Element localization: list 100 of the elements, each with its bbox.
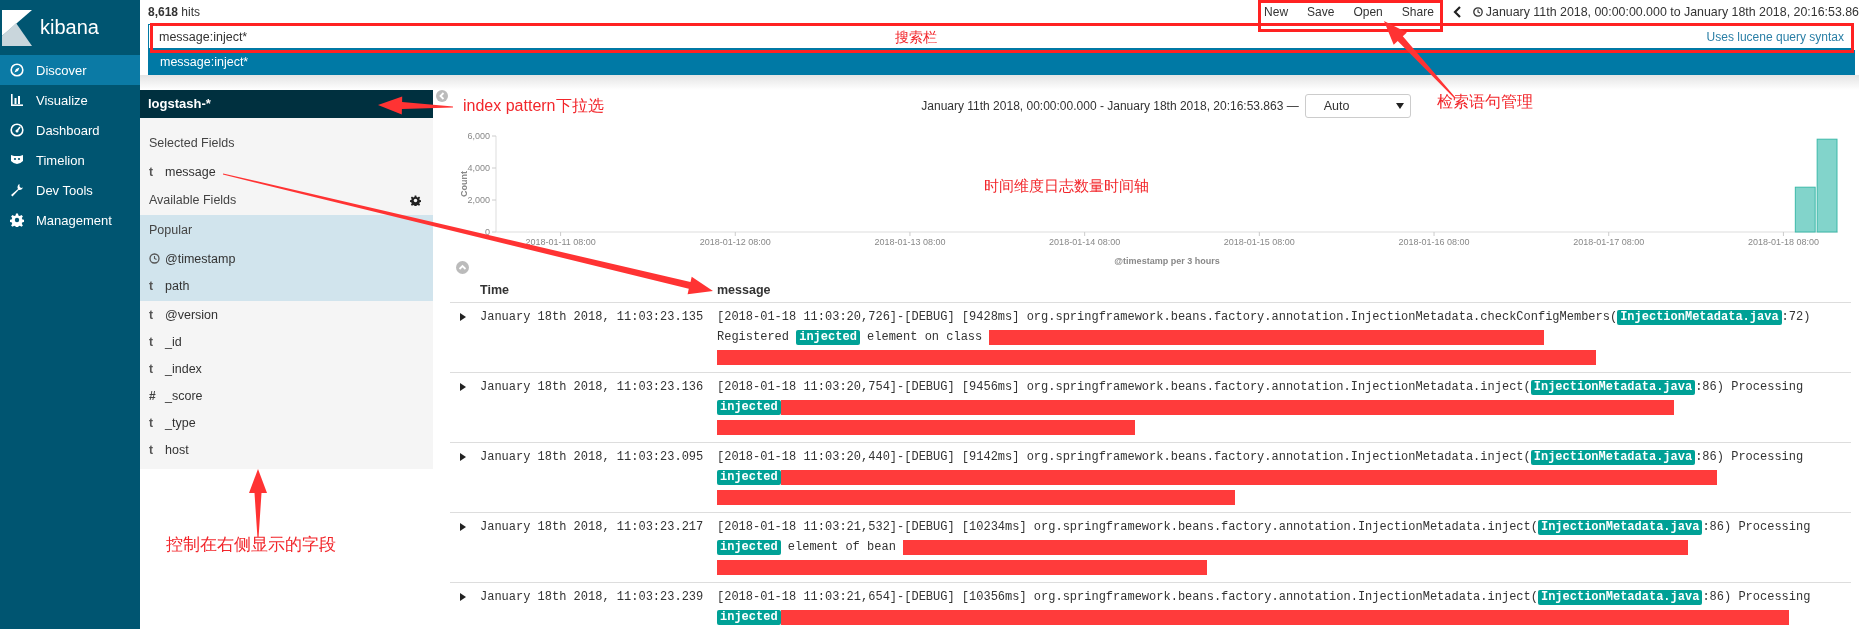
highlighted-match: injected [717, 399, 781, 415]
log-text: :86) Processing [1702, 519, 1811, 536]
field-type-symbol: # [149, 388, 157, 403]
nav-item[interactable]: Visualize [0, 85, 140, 115]
expand-arrow-icon [460, 313, 466, 321]
logo-icon [2, 9, 32, 46]
time-cell-text: January 18th 2018, 11:03:23.217 [479, 519, 705, 536]
field-type-symbol: t [149, 334, 154, 349]
highlighted-match: injected [717, 609, 781, 625]
highlighted-match: injected [717, 469, 781, 485]
menu-link[interactable]: New [1264, 4, 1289, 19]
highlighted-match: InjectionMetadata.java [1537, 589, 1703, 605]
log-text: element of bean [786, 539, 897, 556]
highlighted-match: InjectionMetadata.java [1537, 519, 1703, 535]
y-tick-label: 6,000 [467, 131, 490, 141]
annotation-label: 时间维度日志数量时间轴 [984, 178, 1149, 195]
nav-item[interactable]: Timelion [0, 145, 140, 175]
nav-item[interactable]: Management [0, 205, 140, 235]
log-text: :86) Processing [1695, 449, 1804, 466]
menu-link[interactable]: Open [1353, 4, 1383, 19]
annotation-label: 搜索栏 [895, 30, 937, 46]
collapse-icon [436, 90, 448, 102]
field-type-symbol: t [149, 361, 154, 376]
syntax-link[interactable]: Uses lucene query syntax [1706, 29, 1844, 44]
log-text: [2018-01-18 11:03:21,654]-[DEBUG] [10356ms] org.springframework.beans.factory.annotation.InjectionMetadata.inject( [717, 589, 1538, 606]
field-type-symbol: t [149, 442, 154, 457]
histogram-bar[interactable] [1794, 186, 1816, 233]
highlighted-match: InjectionMetadata.java [1617, 309, 1782, 325]
x-tick-label: 2018-01-12 08:00 [699, 237, 771, 247]
menu-link[interactable]: Save [1307, 4, 1335, 19]
annotation-label: index pattern下拉选 [463, 97, 604, 115]
annotation-label: 控制在右侧显示的字段 [166, 536, 336, 555]
section-title: Selected Fields [148, 135, 236, 152]
log-text: [2018-01-18 11:03:20,440]-[DEBUG] [9142ms] org.springframework.beans.factory.annotation.InjectionMetadata.inject( [717, 449, 1531, 466]
time-cell-text: January 18th 2018, 11:03:23.136 [479, 379, 705, 396]
field-item[interactable]: t @version [140, 301, 433, 328]
interval-select[interactable]: Auto [1304, 94, 1411, 118]
nav-item[interactable]: Discover [0, 55, 140, 85]
y-tick-label: 2,000 [467, 195, 490, 205]
log-text: :72) [1781, 309, 1811, 326]
field-name: _type [165, 415, 196, 430]
highlighted-match: InjectionMetadata.java [1530, 379, 1696, 395]
field-item[interactable]: t path [140, 272, 433, 299]
expand-arrow-icon [460, 453, 466, 461]
time-cell-text: January 18th 2018, 11:03:23.239 [479, 589, 705, 606]
settings-icon [410, 194, 421, 206]
nav-item[interactable]: Dashboard [0, 115, 140, 145]
caret-icon [1395, 103, 1404, 109]
field-type-symbol: t [149, 278, 154, 293]
field-item[interactable]: t _index [140, 355, 433, 382]
histogram-bar[interactable] [1816, 138, 1838, 233]
log-text: Registered [717, 329, 790, 346]
annotation-arrow [249, 469, 267, 537]
field-item[interactable]: @timestamp [140, 245, 433, 272]
expand-arrow-icon [460, 523, 466, 531]
compass-icon [10, 63, 24, 77]
gear-icon [10, 213, 24, 227]
field-name: @version [165, 307, 218, 322]
log-text: [2018-01-18 11:03:20,754]-[DEBUG] [9456ms] org.springframework.beans.factory.annotation.InjectionMetadata.inject( [717, 379, 1531, 396]
log-text: :86) Processing [1695, 379, 1804, 396]
log-text: [2018-01-18 11:03:21,532]-[DEBUG] [10234ms] org.springframework.beans.factory.annotation.InjectionMetadata.inject( [717, 519, 1538, 536]
field-name: _id [165, 334, 182, 349]
expand-arrow-icon [460, 383, 466, 391]
section-title: Popular [148, 222, 194, 239]
field-item[interactable]: t _type [140, 409, 433, 436]
field-item[interactable]: t host [140, 436, 433, 463]
field-item[interactable]: # _score [140, 382, 433, 409]
x-tick-label: 2018-01-14 08:00 [1049, 237, 1121, 247]
log-text: element on class [866, 329, 984, 346]
gauge-icon [10, 123, 24, 137]
y-axis-title: Count [459, 171, 469, 197]
expand-arrow-icon [460, 593, 466, 601]
log-text: [2018-01-18 11:03:20,726]-[DEBUG] [9428ms] org.springframework.beans.factory.annotation.InjectionMetadata.checkConfigMembers( [717, 309, 1618, 326]
field-name: path [165, 278, 190, 293]
nav-item[interactable]: Dev Tools [0, 175, 140, 205]
x-tick-label: 2018-01-15 08:00 [1223, 237, 1295, 247]
index-pattern-selector[interactable]: logstash-* [140, 90, 433, 118]
field-name: _index [165, 361, 202, 376]
field-name: _score [165, 388, 203, 403]
field-name: host [165, 442, 189, 457]
logo-text: kibana [40, 16, 99, 39]
time-cell-text: January 18th 2018, 11:03:23.135 [479, 309, 705, 326]
field-item[interactable]: t message [140, 158, 433, 185]
hits-count: 8,618 hits [148, 4, 201, 19]
column-header[interactable]: message [711, 282, 1851, 297]
field-name: @timestamp [165, 251, 236, 266]
time-range-link[interactable]: January 11th 2018, 00:00:00.000 to January 18th 2018, 20:16:53.86 [1485, 4, 1859, 19]
clock-icon [1472, 6, 1483, 17]
x-tick-label: 2018-01-16 08:00 [1398, 237, 1470, 247]
y-tick-label: 0 [485, 227, 490, 237]
x-tick-label: 2018-01-13 08:00 [874, 237, 946, 247]
date-range: January 11th 2018, 00:00:00.000 - January 18th 2018, 20:16:53.863 — [921, 99, 1299, 113]
column-header[interactable]: Time [474, 282, 711, 297]
field-item[interactable]: t _id [140, 328, 433, 355]
wrench-icon [10, 183, 24, 197]
chevron-left-icon [1452, 5, 1462, 18]
menu-link[interactable]: Share [1401, 4, 1434, 19]
highlighted-match: injected [796, 329, 860, 345]
field-type-symbol: t [149, 164, 154, 179]
x-tick-label: 2018-01-18 08:00 [1747, 237, 1819, 247]
